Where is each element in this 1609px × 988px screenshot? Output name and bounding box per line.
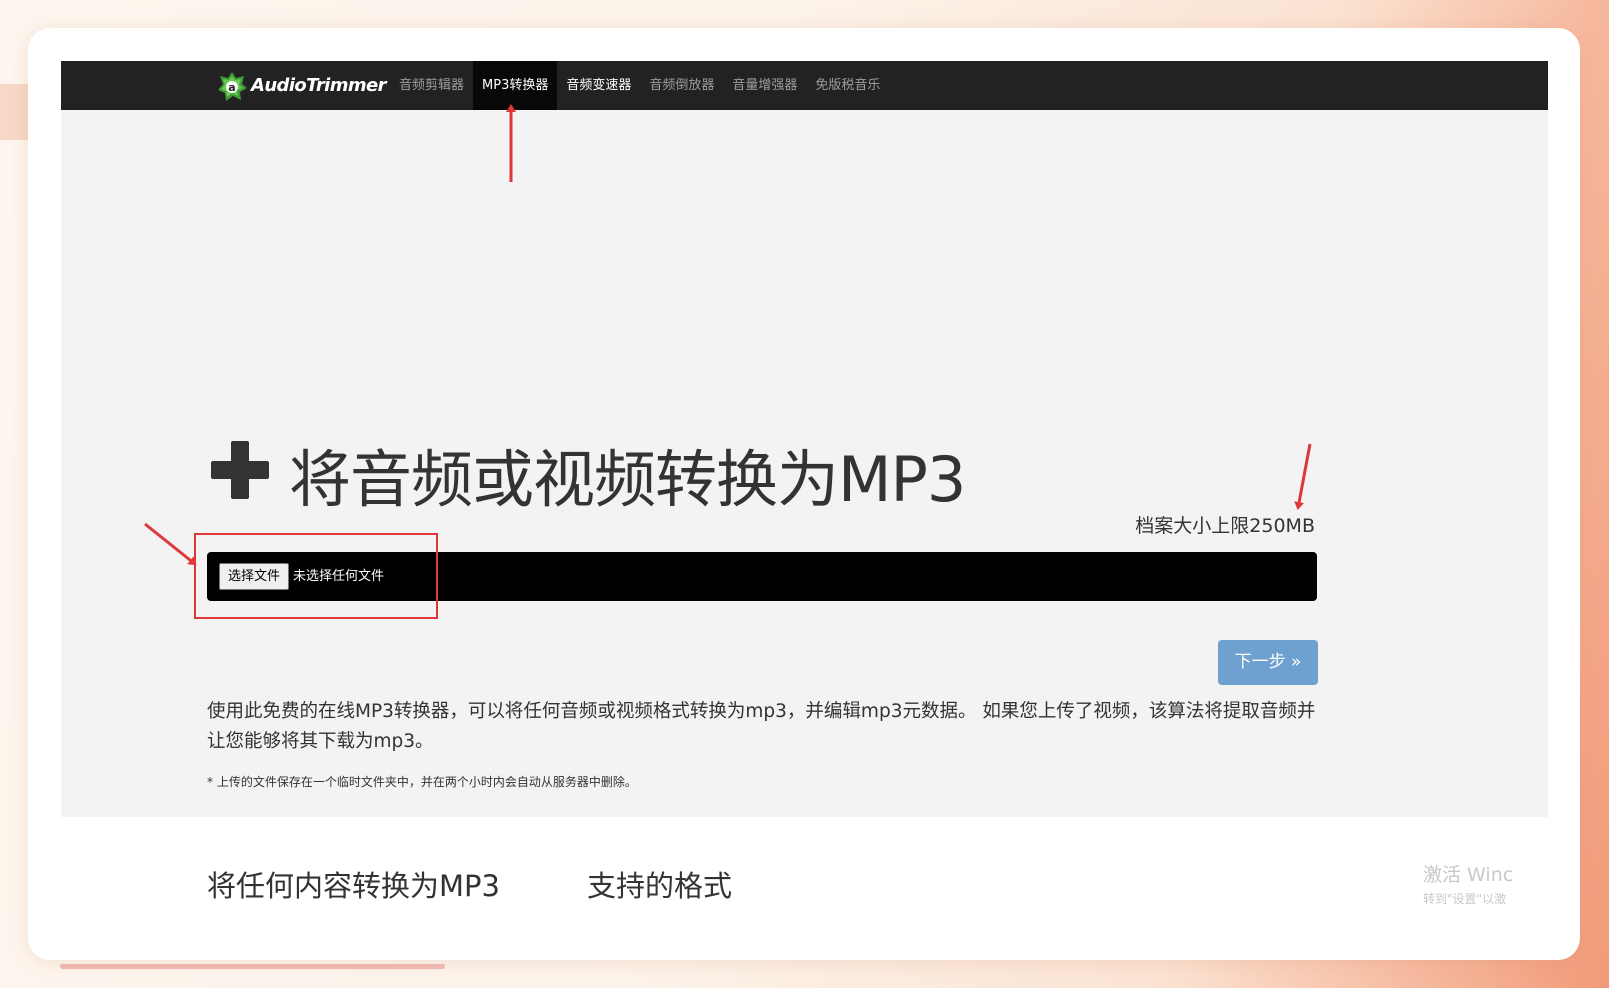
arrow-diagonal-icon	[144, 522, 197, 566]
arrow-down-icon	[1294, 443, 1312, 510]
annotation-arrows	[144, 104, 1312, 566]
